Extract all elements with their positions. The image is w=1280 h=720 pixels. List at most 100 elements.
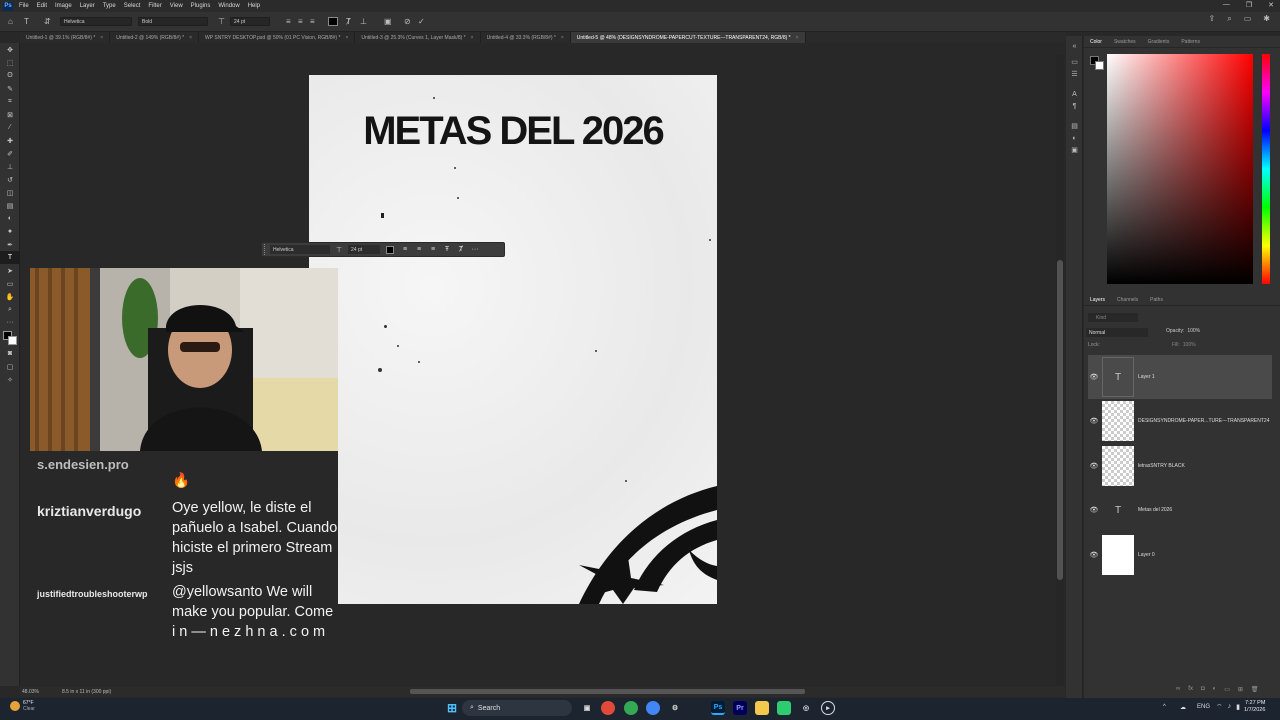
close-tab-icon[interactable]: × (100, 35, 103, 41)
font-size-select[interactable]: 24 pt (230, 17, 270, 26)
layer-row[interactable]: 👁 Layer 0 (1088, 533, 1272, 577)
close-icon[interactable]: ✕ (1268, 1, 1274, 9)
visibility-eye-icon[interactable]: 👁 (1088, 506, 1100, 514)
close-tab-icon[interactable]: × (471, 35, 474, 41)
font-family-select[interactable]: Helvetica (60, 17, 132, 26)
panel-background-color[interactable] (1095, 61, 1104, 70)
horizontal-scrollbar[interactable] (410, 689, 805, 694)
document-size[interactable]: 8.5 in x 11 in (300 ppi) (62, 689, 111, 695)
screen-mode-icon[interactable]: ▢ (0, 360, 20, 373)
layer-name[interactable]: Layer 1 (1138, 374, 1155, 380)
layer-filter-search[interactable]: Kind (1088, 313, 1138, 322)
menu-filter[interactable]: Filter (148, 3, 161, 9)
tab-patterns[interactable]: Patterns (1175, 39, 1206, 45)
visibility-eye-icon[interactable]: 👁 (1088, 551, 1100, 559)
frame-tool-icon[interactable]: ⊠ (0, 108, 20, 121)
ctx-color-swatch[interactable] (386, 245, 394, 254)
tab-untitled-4[interactable]: Untitled-4 @ 33.3% (RGB/8#) * × (481, 32, 571, 43)
pen-tool-icon[interactable]: ✒ (0, 238, 20, 251)
close-tab-icon[interactable]: × (796, 35, 799, 41)
close-tab-icon[interactable]: × (345, 35, 348, 41)
color-swatches[interactable] (0, 329, 19, 347)
hand-tool-icon[interactable]: ✋ (0, 290, 20, 303)
menu-layer[interactable]: Layer (80, 3, 95, 9)
more-options-icon[interactable]: ··· (468, 246, 482, 253)
group-icon[interactable]: ▭ (1224, 686, 1230, 693)
cancel-icon[interactable]: ⊘ (404, 17, 418, 26)
libraries-icon[interactable]: ▤ (1066, 120, 1083, 132)
mask-icon[interactable]: ◘ (1201, 686, 1205, 693)
blend-mode-select[interactable]: Normal (1086, 328, 1148, 337)
tab-channels[interactable]: Channels (1111, 297, 1144, 303)
type-tool-preset-icon[interactable]: T (24, 17, 44, 26)
layer-name[interactable]: Metas del 2026 (1138, 507, 1172, 513)
delete-layer-icon[interactable]: 🗑 (1251, 686, 1259, 693)
visibility-eye-icon[interactable]: 👁 (1088, 417, 1100, 425)
opacity-control[interactable]: Opacity: 100% (1166, 328, 1200, 334)
marquee-tool-icon[interactable]: ⬚ (0, 56, 20, 69)
menu-edit[interactable]: Edit (37, 3, 47, 9)
dodge-tool-icon[interactable]: ● (0, 225, 20, 238)
stamp-tool-icon[interactable]: ⊥ (0, 160, 20, 173)
close-tab-icon[interactable]: × (189, 35, 192, 41)
character-panel-icon[interactable]: ⊥ (360, 17, 374, 26)
media-player-icon[interactable]: ▸ (821, 701, 835, 715)
styles-icon[interactable]: ▣ (1066, 144, 1083, 156)
premiere-icon[interactable]: Pr (733, 701, 747, 715)
file-explorer-icon[interactable] (755, 701, 769, 715)
adjustment-layer-icon[interactable]: ◐ (1213, 686, 1217, 693)
layer-row[interactable]: 👁 DESIGNSYNDROME-PAPER...TURE---TRANSPAR… (1088, 399, 1272, 443)
tab-wp-sntry[interactable]: WP SNTRY DESKTOP.psd @ 50% (01 PC Vision… (199, 32, 356, 43)
workspace-icon[interactable]: ▭ (1244, 14, 1252, 24)
blur-tool-icon[interactable]: ◐ (0, 212, 20, 225)
quick-select-tool-icon[interactable]: ✎ (0, 82, 20, 95)
hue-slider[interactable] (1262, 54, 1270, 284)
layer-row[interactable]: 👁 T Layer 1 (1088, 355, 1272, 399)
font-style-select[interactable]: Bold (138, 17, 208, 26)
layer-row[interactable]: 👁 letrasSNTRY BLACK (1088, 444, 1272, 488)
layer-name[interactable]: letrasSNTRY BLACK (1138, 463, 1185, 469)
paragraph-icon[interactable]: Ⱦ (454, 246, 468, 253)
layer-name[interactable]: Layer 0 (1138, 552, 1155, 558)
character-icon[interactable]: Ŧ (440, 246, 454, 253)
tab-color[interactable]: Color (1084, 39, 1108, 45)
tray-chevron-icon[interactable]: ^ (1163, 704, 1166, 710)
visibility-eye-icon[interactable]: 👁 (1088, 462, 1100, 470)
restore-icon[interactable]: ❐ (1246, 1, 1252, 9)
artboard[interactable]: METAS DEL 2026 (309, 75, 717, 604)
align-center-icon[interactable]: ≡ (298, 17, 310, 26)
eyedropper-tool-icon[interactable]: ⁄ (0, 121, 20, 134)
zoom-tool-icon[interactable]: ⌕ (0, 303, 20, 316)
align-left-icon[interactable]: ≡ (398, 246, 412, 253)
tab-paths[interactable]: Paths (1144, 297, 1169, 303)
type-tool-icon[interactable]: T (0, 251, 20, 264)
menu-help[interactable]: Help (248, 3, 260, 9)
settings-app-icon[interactable]: ⚙ (668, 701, 682, 715)
new-layer-icon[interactable]: ⊞ (1238, 686, 1243, 693)
menu-file[interactable]: File (19, 3, 29, 9)
tab-gradients[interactable]: Gradients (1142, 39, 1176, 45)
windows-start-icon[interactable]: ⊞ (445, 701, 459, 715)
tray-status-icons[interactable]: ⌔ ♪ ▮ (1216, 703, 1240, 712)
menu-select[interactable]: Select (124, 3, 141, 9)
language-indicator[interactable]: ENG (1197, 704, 1210, 710)
3d-icon[interactable]: ▣ (384, 17, 398, 26)
adjustments-icon[interactable]: ◐ (1066, 132, 1083, 144)
visibility-eye-icon[interactable]: 👁 (1088, 373, 1100, 381)
chrome-profile-2-icon[interactable] (646, 701, 660, 715)
task-view-icon[interactable]: ▣ (580, 701, 594, 715)
menu-plugins[interactable]: Plugins (191, 3, 211, 9)
menu-view[interactable]: View (170, 3, 183, 9)
tab-untitled-5[interactable]: Untitled-5 @ 48% (DESIGNSYNDROME-PAPERCU… (570, 32, 806, 43)
text-orientation-icon[interactable]: ⇵ (44, 17, 60, 26)
drag-handle[interactable] (264, 244, 268, 255)
comments-icon[interactable]: ▭ (1066, 56, 1083, 68)
tab-layers[interactable]: Layers (1084, 297, 1111, 303)
fill-control[interactable]: Fill: 100% (1172, 342, 1196, 348)
collapse-icon[interactable]: « (1066, 40, 1083, 52)
artboard-title[interactable]: METAS DEL 2026 (309, 109, 717, 154)
text-color-swatch[interactable] (328, 17, 338, 26)
close-tab-icon[interactable]: × (561, 35, 564, 41)
shape-tool-icon[interactable]: ▭ (0, 277, 20, 290)
align-right-icon[interactable]: ≡ (310, 17, 322, 26)
